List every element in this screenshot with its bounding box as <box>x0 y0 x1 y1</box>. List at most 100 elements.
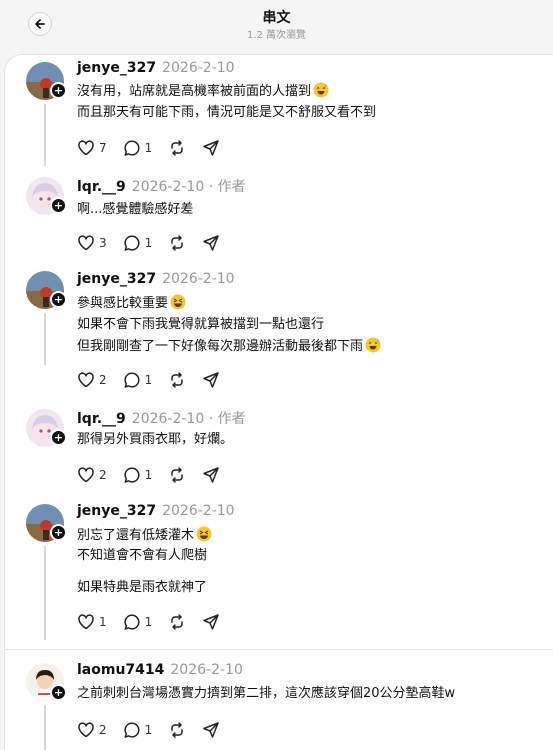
thread-panel <box>4 54 553 750</box>
reply-button[interactable]: 1 <box>123 613 153 631</box>
thread-line <box>44 104 46 166</box>
thread-line <box>44 705 46 750</box>
comment-icon <box>124 140 140 156</box>
reply-button[interactable]: 1 <box>123 466 153 484</box>
repost-button[interactable] <box>168 466 186 484</box>
post-text: 而且那天有可能下雨，情況可能是又不舒服又看不到 <box>77 105 377 120</box>
follow-button[interactable]: + <box>50 82 67 99</box>
username[interactable]: laomu7414 <box>77 662 164 678</box>
reply-button[interactable]: 1 <box>123 371 153 389</box>
heart-icon <box>78 140 94 156</box>
heart-icon <box>78 372 94 388</box>
comment-icon <box>124 614 140 630</box>
thread-divider <box>4 649 553 650</box>
like-count: 3 <box>99 236 107 250</box>
repost-icon <box>171 372 184 388</box>
author-tag: · 作者 <box>208 179 246 195</box>
like-count: 2 <box>99 468 107 482</box>
username[interactable]: lqr.__9 <box>77 411 126 427</box>
send-icon <box>203 235 220 251</box>
repost-button[interactable] <box>168 139 186 157</box>
post-date: 2026-2-10 <box>162 271 235 287</box>
view-count: 1.2 萬次瀏覽 <box>246 30 307 41</box>
post-date: 2026-2-10 <box>170 662 243 678</box>
follow-button[interactable]: + <box>50 684 67 701</box>
reply-button[interactable]: 1 <box>123 234 153 252</box>
share-button[interactable] <box>202 466 220 484</box>
share-button[interactable] <box>202 139 220 157</box>
like-button[interactable]: 2 <box>77 721 107 739</box>
repost-icon <box>171 722 184 738</box>
like-button[interactable]: 1 <box>77 613 107 631</box>
sweat-smile-emoji-icon <box>365 337 381 353</box>
reply-count: 1 <box>144 141 153 155</box>
reply-button[interactable]: 1 <box>123 721 153 739</box>
send-icon <box>203 722 220 738</box>
reply-count: 1 <box>144 615 153 629</box>
post-text: 如果不會下雨我覺得就算被擋到一點也還行 <box>77 317 325 332</box>
heart-icon <box>78 235 94 251</box>
share-button[interactable] <box>202 234 220 252</box>
repost-icon <box>171 235 184 251</box>
sweat-smile-emoji-icon <box>313 82 329 98</box>
send-icon <box>203 372 220 388</box>
like-button[interactable]: 2 <box>77 371 107 389</box>
post-text: 參與感比較重要 <box>77 296 169 311</box>
comment-icon <box>124 372 140 388</box>
send-icon <box>203 614 220 630</box>
post-text: 如果特典是雨衣就神了 <box>77 580 208 595</box>
reply-count: 1 <box>144 723 153 737</box>
comment-icon <box>124 722 140 738</box>
author-tag: · 作者 <box>208 411 246 427</box>
post-date: 2026-2-10 <box>162 503 235 519</box>
username[interactable]: lqr.__9 <box>77 179 126 195</box>
like-count: 7 <box>99 141 107 155</box>
thread-line <box>44 313 46 365</box>
follow-button[interactable]: + <box>50 524 67 541</box>
page-title: 串文 <box>262 10 291 26</box>
follow-button[interactable]: + <box>50 291 67 308</box>
like-button[interactable]: 3 <box>77 234 107 252</box>
share-button[interactable] <box>202 371 220 389</box>
post-text: 那得另外買雨衣耶，好爛。 <box>77 432 234 447</box>
post-text: 啊...感覺體驗感好差 <box>77 202 194 217</box>
share-button[interactable] <box>202 721 220 739</box>
share-button[interactable] <box>202 613 220 631</box>
post-date: 2026-2-10 <box>162 60 235 76</box>
send-icon <box>203 140 220 156</box>
post-text: 之前刺刺台灣場憑實力擠到第二排，這次應該穿個20公分墊高鞋w <box>77 686 456 701</box>
like-count: 2 <box>99 723 107 737</box>
repost-button[interactable] <box>168 613 186 631</box>
heart-icon <box>78 614 94 630</box>
like-count: 1 <box>99 615 107 629</box>
username[interactable]: jenye_327 <box>77 271 156 287</box>
repost-button[interactable] <box>168 371 186 389</box>
repost-button[interactable] <box>168 721 186 739</box>
repost-icon <box>171 614 184 630</box>
like-button[interactable]: 7 <box>77 139 107 157</box>
username[interactable]: jenye_327 <box>77 503 156 519</box>
reply-count: 1 <box>144 373 153 387</box>
repost-icon <box>171 467 184 483</box>
grinning-squint-emoji-icon <box>196 526 212 542</box>
reply-count: 1 <box>144 236 153 250</box>
heart-icon <box>78 467 94 483</box>
follow-button[interactable]: + <box>50 429 67 446</box>
repost-icon <box>171 140 184 156</box>
heart-icon <box>78 722 94 738</box>
post-text: 沒有用，站席就是高機率被前面的人擋到 <box>77 84 312 99</box>
like-count: 2 <box>99 373 107 387</box>
like-button[interactable]: 2 <box>77 466 107 484</box>
reply-button[interactable]: 1 <box>123 139 153 157</box>
comment-icon <box>124 467 140 483</box>
username[interactable]: jenye_327 <box>77 60 156 76</box>
post-text: 別忘了還有低矮灌木 <box>77 528 195 543</box>
repost-button[interactable] <box>168 234 186 252</box>
thread-line <box>44 546 46 640</box>
post-date: 2026-2-10 <box>131 179 205 195</box>
reply-count: 1 <box>144 468 153 482</box>
grinning-squint-emoji-icon <box>170 294 186 310</box>
send-icon <box>203 467 220 483</box>
follow-button[interactable]: + <box>50 197 67 214</box>
comment-icon <box>124 235 140 251</box>
